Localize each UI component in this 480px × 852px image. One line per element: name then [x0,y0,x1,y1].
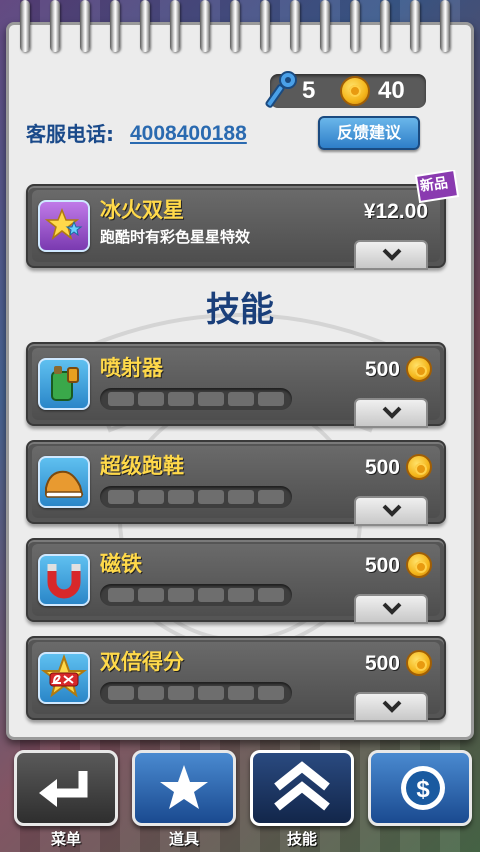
expand-button[interactable] [354,692,428,722]
progress-segment [228,588,254,602]
support-label: 客服电话: [26,122,114,146]
nav-skills-button[interactable] [250,750,354,826]
nav-menu-button[interactable] [14,750,118,826]
skill-card-sneakers[interactable]: 超级跑鞋 500 [26,440,446,526]
item-name: 超级跑鞋 [100,454,184,478]
support-phone-link[interactable]: 4008400188 [130,120,247,148]
coin-count: 40 [378,77,405,104]
star-icon [160,765,208,809]
ring [410,0,420,52]
ring [380,0,390,52]
progress-segment [108,588,134,602]
ring [440,0,450,52]
ring [50,0,60,52]
expand-button[interactable] [354,398,428,428]
skill-card-jetpack[interactable]: 喷射器 500 [26,342,446,428]
upgrade-progress [100,486,292,508]
item-price: 500 [364,456,400,479]
progress-segment [138,392,164,406]
progress-segment [258,686,284,700]
progress-segment [198,588,224,602]
coin-icon [406,650,432,676]
double-chevron-up-icon [274,761,330,811]
nav-items-label: 道具 [168,830,199,848]
progress-segment [258,588,284,602]
progress-segment [108,686,134,700]
ring [290,0,300,52]
item-price: 500 [364,652,400,675]
item-description: 跑酷时有彩色星星特效 [100,228,251,246]
item-name: 磁铁 [100,552,142,576]
chevron-down-icon [382,406,402,419]
double-score-star-icon [38,652,90,704]
jetpack-icon [38,358,90,410]
progress-segment [108,490,134,504]
chevron-down-icon [382,248,402,261]
upgrade-progress [100,388,292,410]
progress-segment [198,392,224,406]
item-name: 冰火双星 [100,198,184,222]
progress-segment [168,588,194,602]
progress-segment [168,490,194,504]
item-price: 500 [364,358,400,381]
progress-segment [228,686,254,700]
item-name: 喷射器 [100,356,163,380]
progress-segment [198,686,224,700]
nav-skills-label: 技能 [286,830,317,848]
progress-segment [198,490,224,504]
ring [350,0,360,52]
nav-menu-label: 菜单 [50,830,81,848]
item-price: 500 [364,554,400,577]
chevron-down-icon [382,504,402,517]
skill-card-magnet[interactable]: 磁铁 500 [26,538,446,624]
upgrade-progress [100,682,292,704]
ring [110,0,120,52]
ring [80,0,90,52]
progress-segment [108,392,134,406]
section-title: 技能 [206,290,274,330]
progress-segment [258,392,284,406]
upgrade-progress [100,584,292,606]
coin-icon [406,552,432,578]
key-count: 5 [302,77,316,104]
ring [140,0,150,52]
feedback-button[interactable]: 反馈建议 [318,116,420,150]
nav-items-button[interactable] [132,750,236,826]
progress-segment [138,686,164,700]
progress-segment [138,588,164,602]
expand-button[interactable] [354,496,428,526]
dollar-coin-icon: $ [401,766,445,810]
expand-button[interactable] [354,240,428,270]
magnet-icon [38,554,90,606]
coin-icon [340,76,370,106]
notebook-rings [14,0,466,60]
svg-text:$: $ [416,776,430,803]
ring [230,0,240,52]
ring [320,0,330,52]
coin-icon [406,356,432,382]
progress-segment [258,490,284,504]
return-arrow-icon [39,771,88,807]
progress-segment [168,686,194,700]
sneakers-icon [38,456,90,508]
featured-item-card[interactable]: 冰火双星 跑酷时有彩色星星特效 ¥12.00 [26,184,446,270]
coin-icon [406,454,432,480]
ring [260,0,270,52]
progress-segment [228,490,254,504]
ring [170,0,180,52]
progress-segment [228,392,254,406]
ring [200,0,210,52]
key-icon [265,71,297,108]
item-name: 双倍得分 [100,650,184,674]
progress-segment [168,392,194,406]
progress-segment [138,490,164,504]
nav-shop-button[interactable]: $ [368,750,472,826]
twin-stars-icon [38,200,90,252]
chevron-down-icon [382,700,402,713]
skill-card-double-score[interactable]: 双倍得分 500 [26,636,446,722]
ring [20,0,30,52]
expand-button[interactable] [354,594,428,624]
chevron-down-icon [382,602,402,615]
